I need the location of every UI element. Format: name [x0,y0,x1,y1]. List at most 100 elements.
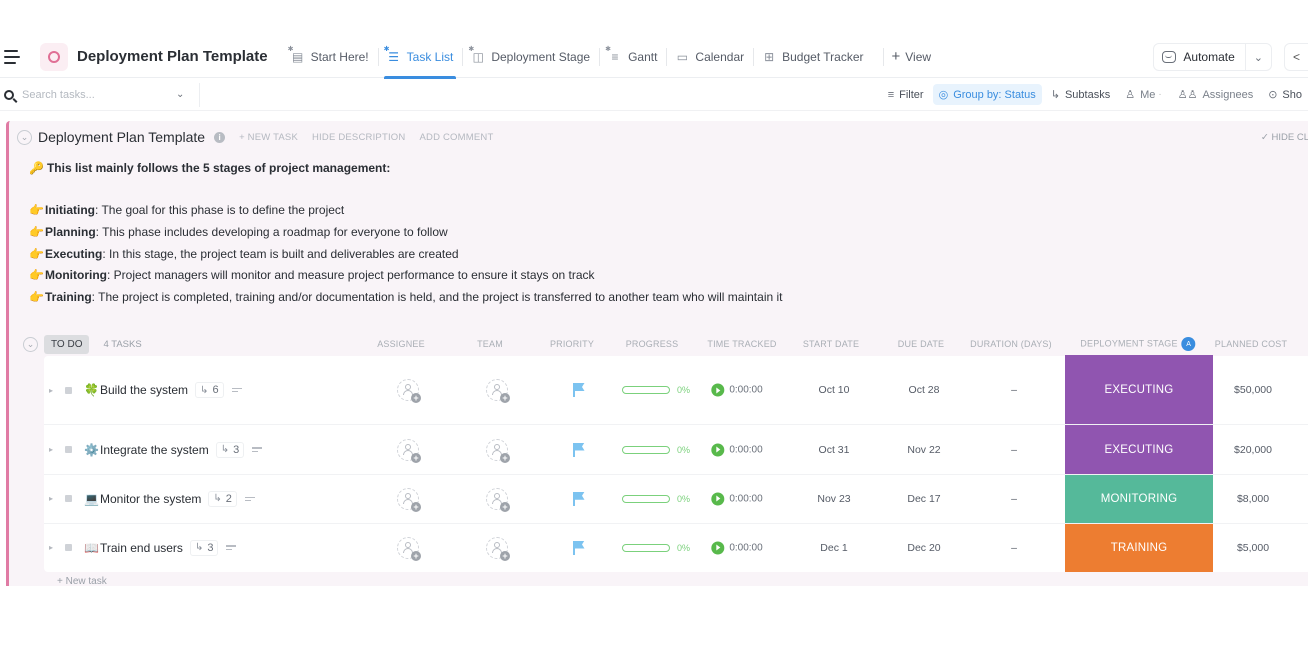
column-header-progress[interactable]: PROGRESS [626,339,679,349]
hide-description-link[interactable]: HIDE DESCRIPTION [312,132,405,143]
column-header-deployment-stage[interactable]: DEPLOYMENT STAGE A [1080,337,1196,351]
status-square-icon[interactable] [65,544,72,551]
task-name[interactable]: Monitor the system [100,492,201,506]
priority-cell[interactable] [573,491,585,506]
duration-cell[interactable]: – [1011,444,1017,456]
team-cell[interactable]: + [486,487,510,512]
stage-text: : Project managers will monitor and meas… [106,268,595,283]
search-input[interactable] [22,88,172,101]
task-name[interactable]: Integrate the system [100,443,209,457]
due-date-cell[interactable]: Nov 22 [907,444,940,456]
task-row[interactable]: ▸ 📖 Train end users ↳ 3 + + 0% 0:00:00 D… [44,523,1308,572]
start-date-cell[interactable]: Dec 1 [820,542,847,554]
automate-button[interactable]: Automate ⌄ [1153,43,1272,71]
assignee-cell[interactable]: + [397,438,421,463]
me-button[interactable]: ♙ Me · [1119,84,1169,105]
due-date-cell[interactable]: Dec 20 [907,542,940,554]
chevron-down-icon[interactable]: ⌄ [176,89,184,100]
column-header-planned-cost[interactable]: PLANNED COST [1215,339,1287,349]
subtask-count-badge[interactable]: ↳ 2 [208,490,237,507]
tab-budget-tracker[interactable]: ⊞ Budget Tracker [753,36,872,78]
play-icon[interactable] [711,383,725,397]
due-date-cell[interactable]: Oct 28 [909,384,940,396]
add-view-button[interactable]: + View [882,36,941,78]
duration-cell[interactable]: – [1011,493,1017,505]
collapse-icon[interactable]: ⌄ [17,129,32,145]
status-square-icon[interactable] [65,386,72,394]
assignee-cell[interactable]: + [397,379,421,403]
expand-caret-icon[interactable]: ▸ [49,543,59,552]
priority-cell[interactable] [573,383,585,397]
planned-cost-cell[interactable]: $50,000 [1234,384,1272,396]
due-date-cell[interactable]: Dec 17 [907,493,940,505]
duration-cell[interactable]: – [1011,542,1017,554]
hide-closed-toggle[interactable]: ✓ HIDE CL [1261,132,1308,143]
priority-cell[interactable] [573,540,585,555]
duration-cell[interactable]: – [1011,384,1017,396]
expand-caret-icon[interactable]: ▸ [49,386,59,395]
add-comment-link[interactable]: ADD COMMENT [419,132,493,143]
stage-name: Executing [45,246,103,261]
assignee-cell[interactable]: + [397,536,421,561]
expand-caret-icon[interactable]: ▸ [49,494,59,503]
tab-deployment-stage[interactable]: ✱ ◫ Deployment Stage [462,36,599,78]
tab-gantt[interactable]: ✱ ≡ Gantt [599,36,666,78]
start-date-cell[interactable]: Nov 23 [817,493,850,505]
priority-cell[interactable] [573,442,585,457]
team-cell[interactable]: + [486,438,510,463]
team-cell[interactable]: + [486,379,510,403]
share-button[interactable]: < [1284,43,1308,71]
new-task-link[interactable]: + NEW TASK [239,132,298,143]
planned-cost-cell[interactable]: $5,000 [1237,542,1269,554]
task-row[interactable]: ▸ 🍀 Build the system ↳6 + + 0% 0:00:00 [44,355,1308,425]
column-header-due-date[interactable]: DUE DATE [898,339,944,349]
column-header-duration[interactable]: DURATION (DAYS) [970,339,1052,349]
tab-start-here[interactable]: ✱ ▤ Start Here! [282,36,378,78]
add-assignee-icon: + [397,438,421,463]
list-header: ⌄ Deployment Plan Template i + NEW TASK … [17,129,1308,145]
play-icon[interactable] [711,443,725,456]
assignees-button[interactable]: ♙♙ Assignees [1172,84,1260,105]
start-date-cell[interactable]: Oct 10 [819,384,850,396]
column-header-team[interactable]: TEAM [477,339,503,349]
menu-icon[interactable] [4,49,22,64]
group-by-button[interactable]: ◎ Group by: Status [932,84,1042,105]
deployment-stage-cell[interactable]: EXECUTING [1065,425,1213,474]
chevron-down-icon[interactable]: ⌄ [1244,44,1271,70]
status-square-icon[interactable] [65,495,72,503]
subtask-count-badge[interactable]: ↳ 3 [189,539,219,556]
deployment-stage-cell[interactable]: MONITORING [1065,475,1213,523]
task-row[interactable]: ▸ ⚙️ Integrate the system ↳ 3 + + 0% 0:00… [44,425,1308,475]
column-header-time-tracked[interactable]: TIME TRACKED [707,339,776,349]
subtasks-button[interactable]: ↳ Subtasks [1045,84,1116,105]
column-header-start-date[interactable]: START DATE [803,339,859,349]
deployment-stage-cell[interactable]: EXECUTING [1065,355,1213,424]
info-icon[interactable]: i [214,131,226,143]
task-row[interactable]: ▸ 💻 Monitor the system ↳ 2 + + 0% 0:00:00 [44,475,1308,524]
start-date-cell[interactable]: Oct 31 [819,444,850,456]
column-header-priority[interactable]: PRIORITY [550,339,594,349]
play-icon[interactable] [711,541,725,554]
collapse-group-icon[interactable]: ⌄ [23,336,38,352]
planned-cost-cell[interactable]: $8,000 [1237,493,1269,505]
subtask-count-badge[interactable]: ↳ 6 [195,382,224,398]
column-header-assignee[interactable]: ASSIGNEE [377,339,425,349]
status-badge[interactable]: TO DO [44,334,90,354]
tab-task-list[interactable]: ✱ ☰ Task List [377,36,463,79]
subtask-count-badge[interactable]: ↳ 3 [215,441,245,458]
show-button[interactable]: ⊙ Sho [1262,84,1308,105]
add-team-icon: + [486,438,510,463]
task-name[interactable]: Build the system [100,383,188,397]
assignee-cell[interactable]: + [397,487,421,512]
status-square-icon[interactable] [65,446,72,453]
play-icon[interactable] [711,492,725,506]
planned-cost-cell[interactable]: $20,000 [1234,444,1272,456]
team-cell[interactable]: + [486,536,510,561]
tab-calendar[interactable]: ▭ Calendar [666,36,753,78]
table-icon: ⊞ [764,49,775,64]
filter-button[interactable]: ≡ Filter [882,85,930,105]
sort-badge[interactable]: A [1181,337,1196,351]
task-name[interactable]: Train end users [100,541,183,555]
expand-caret-icon[interactable]: ▸ [49,445,59,454]
deployment-stage-cell[interactable]: TRAINING [1065,523,1213,572]
